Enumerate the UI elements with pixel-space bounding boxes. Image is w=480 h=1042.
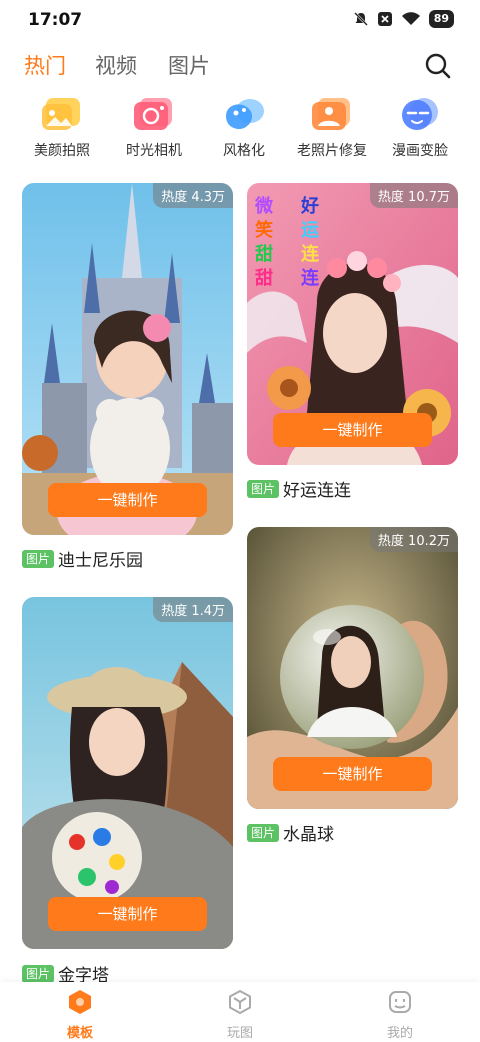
shortcut-label: 漫画变脸: [392, 143, 448, 159]
shortcut-label: 时光相机: [126, 143, 182, 159]
overlay-char: 连: [301, 268, 319, 289]
make-button[interactable]: 一键制作: [273, 413, 432, 447]
make-button[interactable]: 一键制作: [48, 483, 207, 517]
shortcut-label: 老照片修复: [297, 143, 367, 159]
card-caption-good-luck: 图片 好运连连: [247, 476, 351, 501]
card-caption-crystal-ball: 图片 水晶球: [247, 820, 334, 845]
overlay-char: 运: [301, 220, 319, 241]
feature-shortcuts: 美颜拍照 时光相机 风格化 老照片修复 漫画变脸: [0, 96, 480, 162]
status-time: 17:07: [28, 10, 83, 30]
shortcut-time-camera[interactable]: 时光相机: [106, 96, 202, 160]
shortcut-beauty-photo[interactable]: 美颜拍照: [14, 96, 110, 160]
search-icon[interactable]: [424, 52, 452, 80]
no-sim-icon: [377, 12, 392, 26]
status-icons: 89: [353, 10, 454, 28]
top-nav: 热门 视频 图片: [0, 50, 480, 84]
status-bar: 17:07 89: [0, 0, 480, 40]
comic-face-icon: [398, 96, 442, 132]
shortcut-stylize[interactable]: 风格化: [196, 96, 292, 160]
image-tag: 图片: [247, 479, 280, 498]
stylize-icon: [222, 96, 266, 132]
make-button[interactable]: 一键制作: [48, 897, 207, 931]
template-card-crystal-ball[interactable]: 热度 10.2万 一键制作: [247, 527, 458, 809]
card-title: 迪士尼乐园: [58, 551, 144, 571]
shortcut-label: 美颜拍照: [34, 143, 90, 159]
shortcut-label: 风格化: [223, 143, 265, 159]
cube-icon: [229, 989, 251, 1015]
bottom-nav-label: 玩图: [226, 1026, 253, 1041]
photo-restore-icon: [310, 96, 354, 132]
image-tag: 图片: [247, 823, 280, 842]
card-title: 水晶球: [283, 825, 335, 845]
bottom-nav: 模板 玩图 我的: [0, 982, 480, 1042]
time-camera-icon: [132, 96, 176, 132]
overlay-char: 好: [301, 196, 319, 217]
overlay-char: 微: [255, 196, 273, 217]
template-card-disney[interactable]: 热度 4.3万 一键制作: [22, 183, 233, 535]
overlay-char: 连: [301, 244, 319, 265]
heat-badge: 热度 10.7万: [369, 183, 458, 208]
heat-badge: 热度 10.2万: [369, 527, 458, 552]
template-card-good-luck[interactable]: 微 好 笑 运 甜 连 甜 连 热度 10.7万 一键制作: [247, 183, 458, 465]
bottom-nav-label: 模板: [66, 1026, 93, 1041]
mute-bell-icon: [353, 12, 368, 26]
overlay-char: 甜: [255, 268, 273, 289]
overlay-calligraphy: 微 好 笑 运 甜 连 甜 连: [255, 195, 319, 291]
image-tag: 图片: [22, 964, 55, 983]
template-hexagon-icon: [69, 990, 91, 1014]
make-button[interactable]: 一键制作: [273, 757, 432, 791]
bottom-nav-play[interactable]: 玩图: [200, 988, 280, 1041]
wifi-icon: [401, 12, 420, 25]
shortcut-comic-face[interactable]: 漫画变脸: [372, 96, 468, 160]
heat-badge: 热度 1.4万: [153, 597, 233, 622]
bottom-nav-mine[interactable]: 我的: [360, 988, 440, 1041]
beauty-photo-icon: [40, 96, 84, 132]
overlay-char: 笑: [255, 220, 273, 241]
heat-badge: 热度 4.3万: [153, 183, 233, 208]
image-tag: 图片: [22, 549, 55, 568]
template-card-pyramid[interactable]: 热度 1.4万 一键制作: [22, 597, 233, 949]
tab-hot[interactable]: 热门: [24, 50, 66, 80]
tab-video[interactable]: 视频: [95, 50, 137, 80]
bottom-nav-label: 我的: [386, 1026, 413, 1041]
card-title: 好运连连: [283, 481, 352, 501]
tab-image[interactable]: 图片: [168, 50, 210, 80]
profile-face-icon: [389, 991, 411, 1013]
battery-level: 89: [428, 10, 454, 28]
bottom-nav-templates[interactable]: 模板: [40, 988, 120, 1041]
overlay-char: 甜: [255, 244, 273, 265]
shortcut-photo-restore[interactable]: 老照片修复: [284, 96, 380, 160]
card-caption-disney: 图片 迪士尼乐园: [22, 546, 143, 571]
